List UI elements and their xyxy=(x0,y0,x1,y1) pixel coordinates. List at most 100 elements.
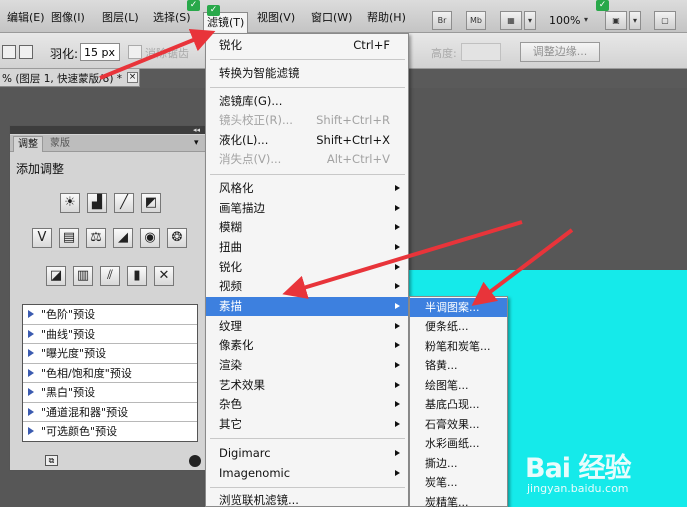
menu-layer[interactable]: 图层(L) xyxy=(99,9,142,27)
menu-item-last-filter[interactable]: 锐化 Ctrl+F xyxy=(206,36,408,55)
expand-triangle-icon[interactable] xyxy=(28,368,34,377)
bridge-icon[interactable]: Br xyxy=(432,11,452,30)
expand-triangle-icon[interactable] xyxy=(28,388,34,396)
menu-item-sharpen[interactable]: 锐化 xyxy=(206,258,408,277)
preset-list: "色阶"预设 "曲线"预设 "曝光度"预设 "色相/饱和度"预设 "黑白"预设 … xyxy=(22,304,198,442)
menu-item-bas-relief[interactable]: 基底凸现... xyxy=(410,395,507,414)
expand-triangle-icon[interactable] xyxy=(28,349,34,357)
menu-item-distort[interactable]: 扭曲 xyxy=(206,238,408,257)
screen-mode-icon[interactable]: ▢ xyxy=(654,11,676,30)
tab-masks[interactable]: 蒙版 xyxy=(46,136,74,152)
menu-item-filter-gallery[interactable]: 滤镜库(G)... xyxy=(206,92,408,111)
menu-item-chalk-charcoal[interactable]: 粉笔和炭笔... xyxy=(410,337,507,356)
view-extras-icon[interactable]: ▦ xyxy=(500,11,522,30)
expand-triangle-icon[interactable] xyxy=(28,310,34,318)
menu-item-halftone-pattern[interactable]: 半调图案... xyxy=(410,298,507,317)
menu-image[interactable]: 图像(I) xyxy=(48,9,88,27)
vibrance-icon[interactable]: V xyxy=(32,228,52,248)
submenu-arrow-icon xyxy=(395,283,400,289)
invert-icon[interactable]: ◪ xyxy=(46,266,66,286)
menu-separator xyxy=(210,87,405,88)
menu-edit[interactable]: 编辑(E) xyxy=(4,9,48,27)
preset-hue-saturation[interactable]: "色相/饱和度"预设 xyxy=(23,364,197,383)
expand-triangle-icon[interactable] xyxy=(28,407,34,416)
menu-item-sketch[interactable]: 素描 xyxy=(206,297,408,316)
submenu-arrow-icon xyxy=(395,382,400,388)
menu-item-torn-edges[interactable]: 撕边... xyxy=(410,454,507,473)
menu-item-plaster[interactable]: 石膏效果... xyxy=(410,415,507,434)
menu-item-water-paper[interactable]: 水彩画纸... xyxy=(410,434,507,453)
menu-item-charcoal[interactable]: 炭笔... xyxy=(410,473,507,492)
selective-color-icon[interactable]: ✕ xyxy=(154,266,174,286)
baidu-watermark: Bai 经验 jingyan.baidu.com xyxy=(525,440,685,502)
submenu-arrow-icon xyxy=(395,224,400,230)
document-tab[interactable]: % (图层 1, 快速蒙版/8) * × xyxy=(0,69,140,87)
submenu-arrow-icon xyxy=(395,401,400,407)
menu-item-note-paper[interactable]: 便条纸... xyxy=(410,317,507,336)
expand-triangle-icon[interactable] xyxy=(28,329,34,338)
menu-view[interactable]: 视图(V) xyxy=(254,9,298,27)
hue-saturation-icon[interactable]: ▤ xyxy=(59,228,79,248)
height-input[interactable] xyxy=(461,43,501,61)
menu-item-conte-crayon[interactable]: 炭精笔... xyxy=(410,493,507,507)
preset-curves[interactable]: "曲线"预设 xyxy=(23,325,197,344)
levels-icon[interactable]: ▟ xyxy=(87,193,107,213)
threshold-icon[interactable]: ⫽ xyxy=(100,266,120,286)
gradient-map-icon[interactable]: ▮ xyxy=(127,266,147,286)
baidu-url: jingyan.baidu.com xyxy=(527,482,629,495)
selection-mode-icon[interactable] xyxy=(19,45,33,59)
menu-item-other[interactable]: 其它 xyxy=(206,415,408,434)
antialias-checkbox[interactable] xyxy=(128,45,142,59)
minibridge-icon[interactable]: Mb xyxy=(466,11,486,30)
preset-black-white[interactable]: "黑白"预设 xyxy=(23,383,197,403)
menu-item-brush-strokes[interactable]: 画笔描边 xyxy=(206,199,408,218)
curves-icon[interactable]: ╱ xyxy=(114,193,134,213)
menu-help[interactable]: 帮助(H) xyxy=(364,9,409,27)
arrange-documents-icon[interactable]: ▣ xyxy=(605,11,627,30)
close-icon[interactable]: × xyxy=(127,72,138,83)
menu-item-stylize[interactable]: 风格化 xyxy=(206,179,408,198)
menu-item-noise[interactable]: 杂色 xyxy=(206,395,408,414)
menu-item-pixelate[interactable]: 像素化 xyxy=(206,336,408,355)
menu-item-liquify[interactable]: 液化(L)... Shift+Ctrl+X xyxy=(206,131,408,150)
menu-item-render[interactable]: 渲染 xyxy=(206,356,408,375)
expand-triangle-icon[interactable] xyxy=(28,427,34,435)
preset-exposure[interactable]: "曝光度"预设 xyxy=(23,344,197,364)
zoom-level[interactable]: 100% xyxy=(549,14,580,27)
adjustments-panel: ◂◂ 调整 蒙版 ▾ 添加调整 ☀ ▟ ╱ ◩ V ▤ ⚖ ◢ ◉ ❂ ◪ ▥ … xyxy=(9,125,207,471)
menu-select[interactable]: 选择(S) xyxy=(150,9,194,27)
channel-mixer-icon[interactable]: ❂ xyxy=(167,228,187,248)
menu-item-imagenomic[interactable]: Imagenomic xyxy=(206,464,408,483)
visibility-icon[interactable] xyxy=(189,455,201,467)
menu-item-chrome[interactable]: 铬黄... xyxy=(410,356,507,375)
chevron-down-icon[interactable]: ▾ xyxy=(524,11,536,30)
photo-filter-icon[interactable]: ◉ xyxy=(140,228,160,248)
menu-separator xyxy=(210,438,405,439)
black-white-icon[interactable]: ◢ xyxy=(113,228,133,248)
menu-item-graphic-pen[interactable]: 绘图笔... xyxy=(410,376,507,395)
color-balance-icon[interactable]: ⚖ xyxy=(86,228,106,248)
preset-selective-color[interactable]: "可选颜色"预设 xyxy=(23,422,197,442)
selection-mode-icon[interactable] xyxy=(2,45,16,59)
brightness-contrast-icon[interactable]: ☀ xyxy=(60,193,80,213)
refine-edge-button[interactable]: 调整边缘... xyxy=(520,42,600,62)
chevron-down-icon[interactable]: ▾ xyxy=(629,11,641,30)
feather-input[interactable] xyxy=(80,43,120,61)
collapse-icon[interactable]: ◂◂ xyxy=(10,126,206,134)
exposure-icon[interactable]: ◩ xyxy=(141,193,161,213)
chevron-down-icon[interactable]: ▾ xyxy=(581,11,591,30)
panel-menu-icon[interactable]: ▾ xyxy=(194,138,199,148)
menu-window[interactable]: 窗口(W) xyxy=(308,9,355,27)
menu-item-browse-filters[interactable]: 浏览联机滤镜... xyxy=(206,491,408,507)
preset-channel-mixer[interactable]: "通道混和器"预设 xyxy=(23,403,197,422)
menu-item-artistic[interactable]: 艺术效果 xyxy=(206,376,408,395)
menu-item-digimarc[interactable]: Digimarc xyxy=(206,444,408,463)
preset-levels[interactable]: "色阶"预设 xyxy=(23,305,197,325)
posterize-icon[interactable]: ▥ xyxy=(73,266,93,286)
menu-item-texture[interactable]: 纹理 xyxy=(206,317,408,336)
menu-item-convert-smart-filter[interactable]: 转换为智能滤镜 xyxy=(206,64,408,83)
menu-item-video[interactable]: 视频 xyxy=(206,277,408,296)
clip-layer-icon[interactable]: ⧉ xyxy=(45,455,58,466)
menu-item-blur[interactable]: 模糊 xyxy=(206,218,408,237)
tab-adjustments[interactable]: 调整 xyxy=(13,136,43,152)
